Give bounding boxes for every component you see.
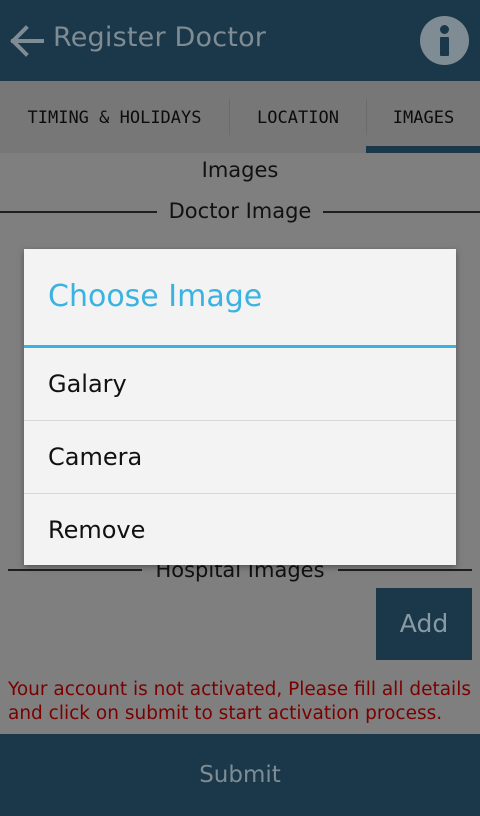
dialog-title: Choose Image: [48, 279, 263, 314]
page-title: Register Doctor: [53, 22, 267, 53]
tab-images[interactable]: IMAGES: [367, 81, 480, 153]
divider-line: [338, 569, 472, 571]
divider-line: [323, 211, 480, 213]
tab-bar: TIMING & HOLIDAYS LOCATION IMAGES: [0, 81, 480, 153]
images-heading: Images: [201, 158, 279, 182]
submit-button[interactable]: Submit: [0, 734, 480, 816]
option-gallery[interactable]: Galary: [24, 348, 456, 420]
back-arrow-icon[interactable]: [6, 22, 44, 60]
choose-image-dialog: Choose Image Galary Camera Remove: [24, 249, 456, 565]
activation-error-message: Your account is not activated, Please fi…: [8, 679, 471, 724]
option-remove[interactable]: Remove: [24, 494, 456, 566]
add-hospital-image-button[interactable]: Add: [376, 588, 472, 660]
app-bar: Register Doctor: [0, 0, 480, 81]
tab-selected-indicator: [366, 146, 480, 153]
option-camera[interactable]: Camera: [24, 421, 456, 493]
info-icon[interactable]: [420, 16, 469, 65]
tab-location[interactable]: LOCATION: [230, 81, 366, 153]
tab-timing-holidays[interactable]: TIMING & HOLIDAYS: [0, 81, 229, 153]
